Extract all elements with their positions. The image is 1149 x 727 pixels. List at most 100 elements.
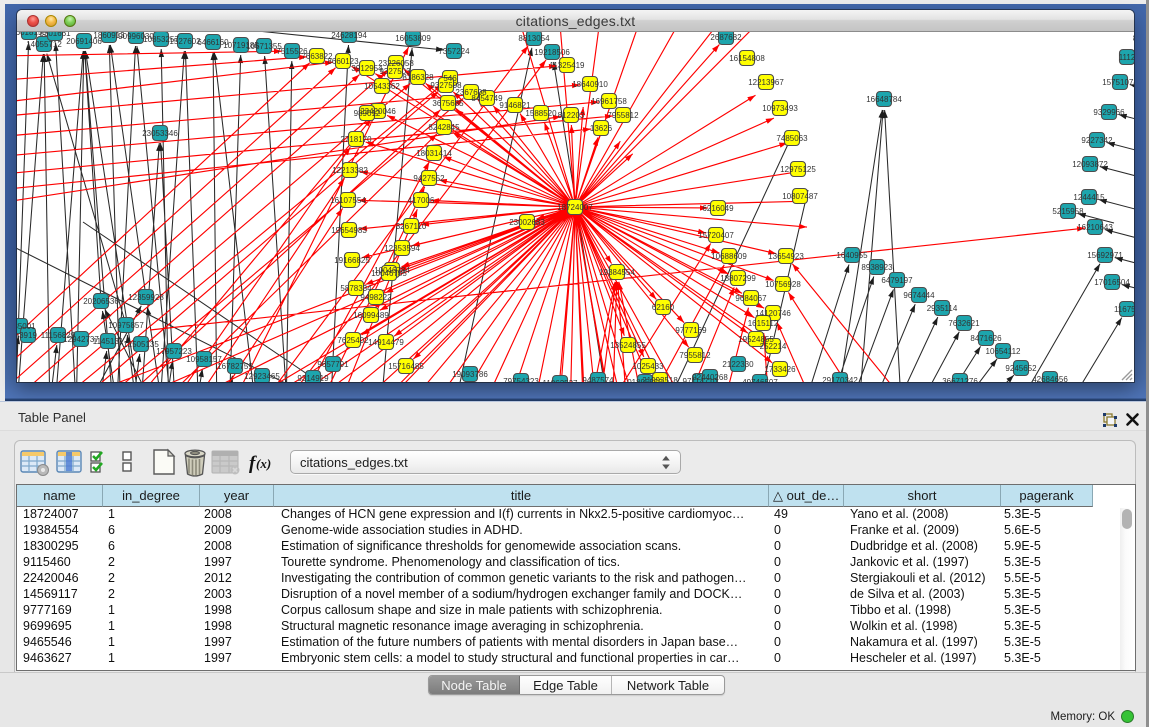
svg-text:23053346: 23053346 [142,129,178,138]
svg-text:9498222: 9498222 [360,293,392,302]
svg-text:18031414: 18031414 [416,149,452,158]
svg-text:16210643: 16210643 [1077,223,1113,232]
svg-text:01895559: 01895559 [627,378,663,382]
svg-text:10756928: 10756928 [765,280,801,289]
svg-text:417006: 417006 [408,196,435,205]
svg-text:(x): (x) [256,456,271,471]
svg-text:14120746: 14120746 [755,309,791,318]
svg-text:15751074: 15751074 [1102,78,1134,87]
svg-text:9314919: 9314919 [297,374,329,382]
svg-text:1935001: 1935001 [17,322,36,331]
svg-text:3267110: 3267110 [396,222,427,231]
svg-text:10688609: 10688609 [711,252,747,261]
svg-text:19093786: 19093786 [452,370,488,379]
svg-text:6479197: 6479197 [881,276,913,285]
svg-text:92440268: 92440268 [692,373,728,382]
svg-text:9777169: 9777169 [675,326,707,335]
svg-text:14055712: 14055712 [26,40,62,49]
svg-text:11325419: 11325419 [550,61,586,70]
svg-text:16648784: 16648784 [866,95,902,104]
svg-text:1733426: 1733426 [764,365,796,374]
svg-text:12505135: 12505135 [123,340,159,349]
svg-text:8938923: 8938923 [861,263,893,272]
svg-text:1615112: 1615112 [748,319,779,328]
svg-text:8813054: 8813054 [518,34,550,43]
svg-text:12213967: 12213967 [748,78,784,87]
svg-text:1527602: 1527602 [169,37,201,46]
svg-text:10046785: 10046785 [371,269,407,278]
svg-text:10654112: 10654112 [986,347,1022,356]
svg-text:7955812: 7955812 [679,351,711,360]
svg-text:49746507: 49746507 [742,378,778,382]
svg-text:83242: 83242 [1133,34,1134,43]
svg-text:10975857: 10975857 [108,321,144,330]
svg-text:10807487: 10807487 [782,192,818,201]
svg-text:9674444: 9674444 [903,291,935,300]
svg-text:9657791: 9657791 [317,360,349,369]
svg-text:18640910: 18640910 [572,80,608,89]
svg-text:17016504: 17016504 [1094,278,1130,287]
svg-text:12213382: 12213382 [332,166,368,175]
svg-text:12923465: 12923465 [244,372,280,381]
svg-text:1640955: 1640955 [836,251,868,260]
svg-text:2718170: 2718170 [340,135,372,144]
svg-text:19384554: 19384554 [599,268,635,277]
svg-text:29170342: 29170342 [822,376,858,382]
svg-text:3919: 3919 [19,331,37,340]
svg-text:1588520: 1588520 [525,109,557,118]
svg-text:9684067: 9684067 [735,294,767,303]
svg-text:16107554: 16107554 [330,196,366,205]
svg-text:2122330: 2122330 [722,360,754,369]
svg-text:7625402: 7625402 [337,336,369,345]
svg-text:1112: 1112 [1119,53,1134,62]
svg-text:13626: 13626 [590,124,613,133]
svg-text:19166825: 19166825 [334,256,370,265]
svg-text:8471626: 8471626 [970,334,1002,343]
svg-text:18807299: 18807299 [720,274,756,283]
svg-text:11862527: 11862527 [543,379,579,382]
svg-text:812203: 812203 [558,111,585,120]
svg-text:9487574: 9487574 [582,376,614,382]
svg-text:18724007: 18724007 [557,203,593,212]
svg-text:15692971: 15692971 [1087,251,1123,260]
svg-text:16099489: 16099489 [353,311,389,320]
svg-text:1025433: 1025433 [632,362,664,371]
svg-text:7357224: 7357224 [438,47,470,56]
svg-text:12093872: 12093872 [1072,160,1108,169]
svg-text:16961758: 16961758 [591,97,627,106]
svg-text:5878334: 5878334 [340,284,372,293]
svg-text:16053809: 16053809 [395,34,431,43]
svg-text:19654983: 19654983 [331,226,367,235]
svg-text:10973493: 10973493 [762,104,798,113]
svg-text:1244415: 1244415 [1073,193,1105,202]
svg-text:5215958: 5215958 [1052,207,1084,216]
svg-text:13524855: 13524855 [610,341,646,350]
svg-text:252214: 252214 [760,342,787,351]
svg-text:62160: 62160 [652,303,675,312]
svg-text:7632621: 7632621 [948,319,980,328]
svg-text:13654923: 13654923 [768,252,804,261]
svg-text:2687682: 2687682 [710,33,742,42]
svg-text:7485063: 7485063 [776,134,808,143]
svg-text:3675685: 3675685 [432,99,464,108]
svg-text:8186328: 8186328 [402,73,434,82]
svg-text:79754323: 79754323 [503,377,539,382]
svg-text:9227342: 9227342 [1081,136,1113,145]
svg-text:9245652: 9245652 [1005,364,1037,373]
svg-text:12975125: 12975125 [780,165,816,174]
svg-text:9329966: 9329966 [1093,108,1125,117]
svg-text:989012: 989012 [354,109,381,118]
svg-text:9427552: 9427552 [413,174,445,183]
svg-text:7955812: 7955812 [607,111,639,120]
svg-text:1145131: 1145131 [93,337,124,346]
svg-text:6216049: 6216049 [702,204,734,213]
svg-text:15720407: 15720407 [698,231,734,240]
svg-text:14914479: 14914479 [368,338,404,347]
svg-text:8242845: 8242845 [428,123,460,132]
svg-text:2935114: 2935114 [927,304,958,313]
svg-text:24628194: 24628194 [331,32,367,40]
svg-text:16154808: 16154808 [729,54,765,63]
svg-text:20206536: 20206536 [83,297,119,306]
svg-text:16782759: 16782759 [217,362,253,371]
svg-text:23002683: 23002683 [509,218,545,227]
